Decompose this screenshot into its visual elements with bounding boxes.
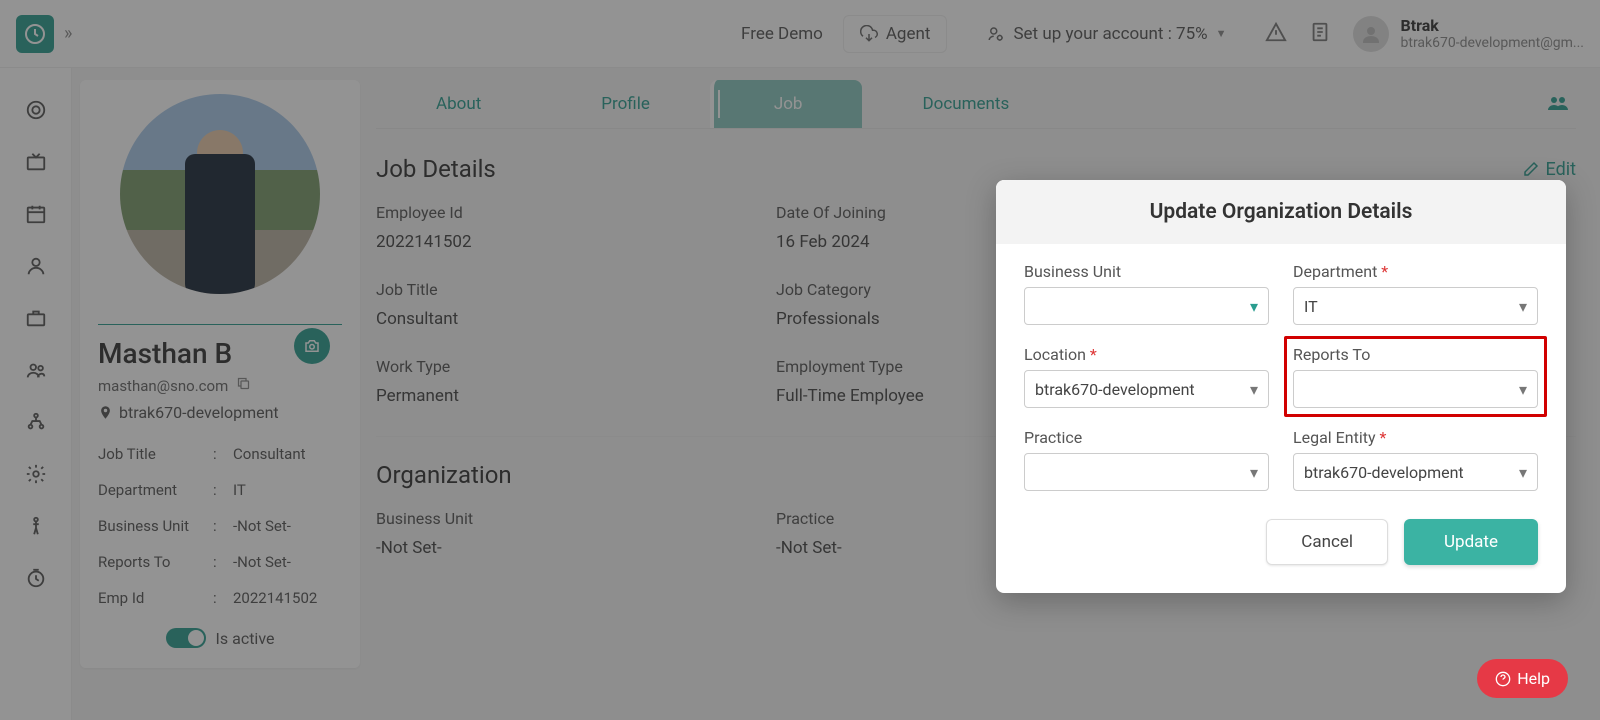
cancel-button[interactable]: Cancel bbox=[1266, 519, 1388, 565]
chevron-down-icon: ▾ bbox=[1250, 380, 1258, 399]
reports-to-select[interactable]: ▾ bbox=[1293, 370, 1538, 408]
help-button[interactable]: Help bbox=[1477, 659, 1568, 698]
chevron-down-icon: ▾ bbox=[1519, 463, 1527, 482]
chevron-down-icon: ▾ bbox=[1250, 297, 1258, 316]
field-legal-entity: Legal Entity * btrak670-development ▾ bbox=[1293, 428, 1538, 491]
chevron-down-icon: ▾ bbox=[1519, 380, 1527, 399]
field-business-unit: Business Unit ▾ bbox=[1024, 262, 1269, 325]
location-select[interactable]: btrak670-development ▾ bbox=[1024, 370, 1269, 408]
practice-select[interactable]: ▾ bbox=[1024, 453, 1269, 491]
field-practice: Practice ▾ bbox=[1024, 428, 1269, 491]
help-icon bbox=[1495, 671, 1511, 687]
update-button[interactable]: Update bbox=[1404, 519, 1538, 565]
department-select[interactable]: IT ▾ bbox=[1293, 287, 1538, 325]
field-department: Department * IT ▾ bbox=[1293, 262, 1538, 325]
update-organization-modal: Update Organization Details Business Uni… bbox=[996, 180, 1566, 593]
modal-title: Update Organization Details bbox=[996, 180, 1566, 244]
chevron-down-icon: ▾ bbox=[1250, 463, 1258, 482]
field-reports-to-highlight: Reports To ▾ bbox=[1284, 336, 1547, 417]
chevron-down-icon: ▾ bbox=[1519, 297, 1527, 316]
field-location: Location * btrak670-development ▾ bbox=[1024, 345, 1269, 408]
business-unit-select[interactable]: ▾ bbox=[1024, 287, 1269, 325]
legal-entity-select[interactable]: btrak670-development ▾ bbox=[1293, 453, 1538, 491]
